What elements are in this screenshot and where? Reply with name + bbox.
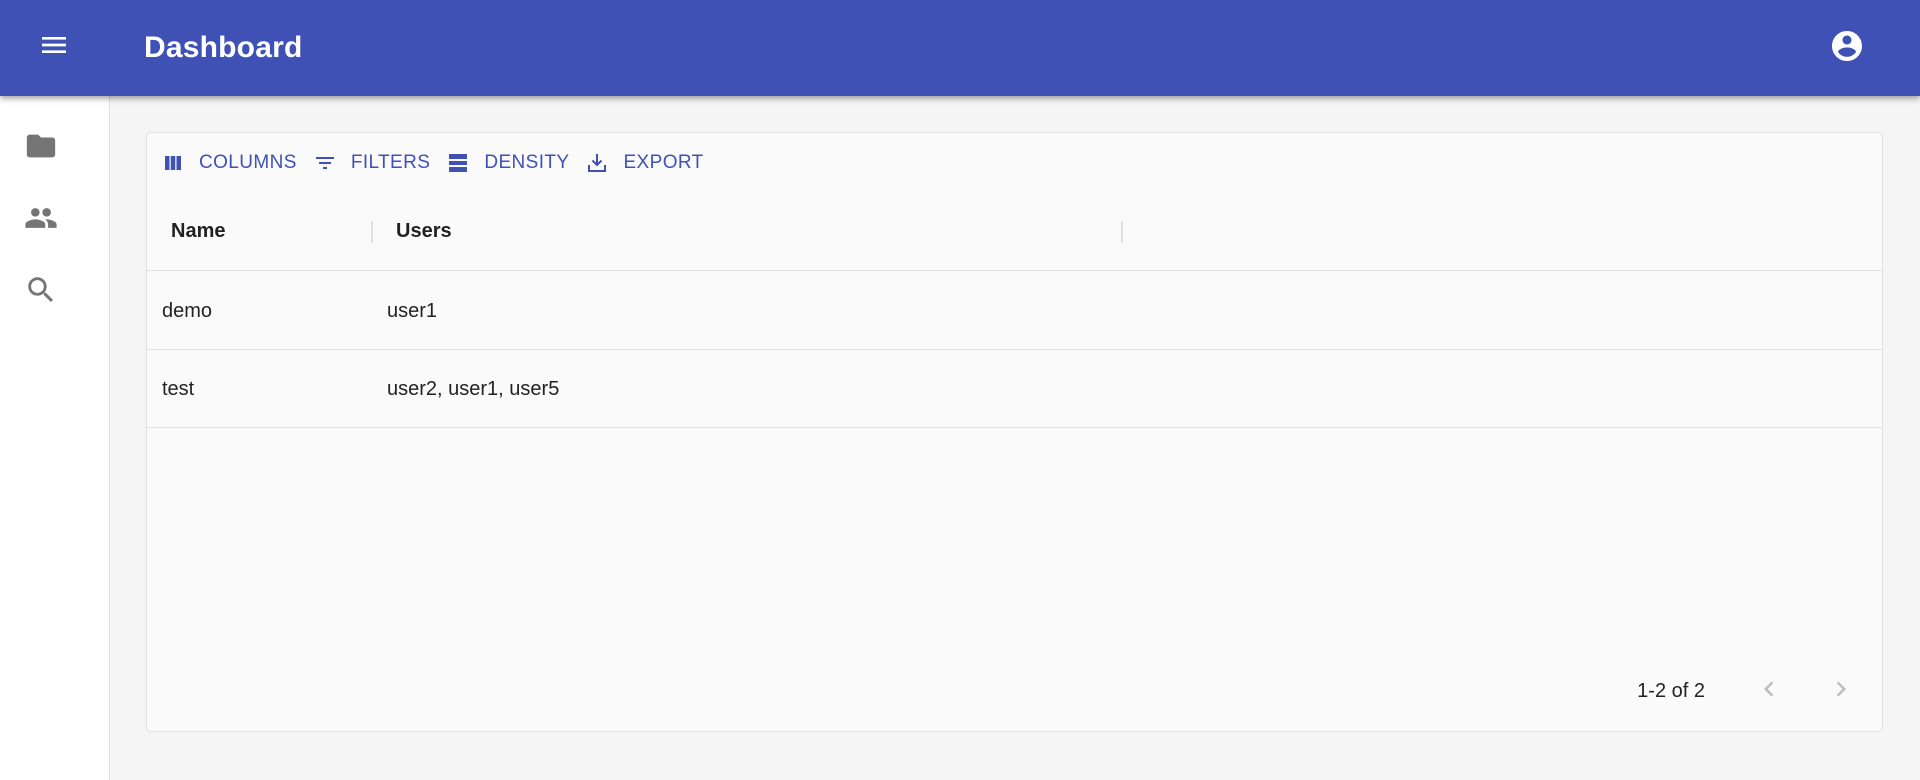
columns-button[interactable]: COLUMNS bbox=[157, 145, 303, 181]
data-grid: COLUMNS FILTERS DENSITY EXPORT Name User… bbox=[146, 132, 1883, 732]
table-row[interactable]: demo user1 bbox=[147, 272, 1882, 350]
density-button[interactable]: DENSITY bbox=[442, 145, 575, 181]
people-icon bbox=[24, 201, 58, 240]
account-circle-icon bbox=[1829, 28, 1865, 69]
cell-name: test bbox=[162, 378, 195, 400]
cell-users: user1 bbox=[387, 300, 438, 322]
drawer-item-search[interactable] bbox=[0, 256, 109, 328]
table-row[interactable]: test user2, user1, user5 bbox=[147, 350, 1882, 428]
column-separator[interactable] bbox=[1121, 221, 1123, 243]
chevron-right-icon bbox=[1826, 674, 1856, 709]
columns-label: COLUMNS bbox=[199, 152, 297, 173]
column-header-users[interactable]: Users bbox=[396, 191, 452, 271]
download-icon bbox=[585, 151, 609, 175]
chevron-left-icon bbox=[1754, 674, 1784, 709]
filter-list-icon bbox=[313, 151, 337, 175]
pagination-range: 1-2 of 2 bbox=[1637, 680, 1705, 702]
previous-page-button[interactable] bbox=[1745, 667, 1793, 715]
page-title: Dashboard bbox=[144, 31, 303, 64]
grid-toolbar: COLUMNS FILTERS DENSITY EXPORT bbox=[157, 143, 716, 183]
app-bar: Dashboard bbox=[0, 0, 1920, 96]
filters-button[interactable]: FILTERS bbox=[309, 145, 437, 181]
filters-label: FILTERS bbox=[350, 152, 431, 173]
menu-icon bbox=[38, 29, 70, 66]
pagination: 1-2 of 2 bbox=[1382, 651, 1882, 731]
side-drawer bbox=[0, 96, 110, 780]
folder-icon bbox=[24, 129, 58, 168]
export-label: EXPORT bbox=[623, 152, 704, 173]
account-button[interactable] bbox=[1823, 24, 1871, 72]
column-header-row: Name Users bbox=[147, 191, 1882, 271]
density-icon bbox=[446, 151, 470, 175]
drawer-item-users[interactable] bbox=[0, 184, 109, 256]
search-icon bbox=[24, 273, 58, 312]
cell-name: demo bbox=[162, 300, 213, 322]
drawer-item-folders[interactable] bbox=[0, 112, 109, 184]
density-label: DENSITY bbox=[484, 152, 570, 173]
export-button[interactable]: EXPORT bbox=[581, 145, 709, 181]
cell-users: user2, user1, user5 bbox=[387, 378, 560, 400]
view-column-icon bbox=[161, 151, 185, 175]
next-page-button[interactable] bbox=[1817, 667, 1865, 715]
column-separator[interactable] bbox=[371, 221, 373, 243]
menu-button[interactable] bbox=[30, 23, 78, 71]
column-header-name[interactable]: Name bbox=[171, 191, 225, 271]
